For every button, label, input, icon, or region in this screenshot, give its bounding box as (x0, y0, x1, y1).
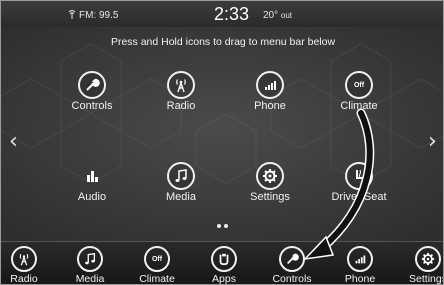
menu-bar: Radio Media Off Climate Apps Controls Ph… (1, 241, 444, 285)
gear-icon (256, 162, 284, 190)
tile-phone[interactable]: Phone (231, 71, 309, 141)
page-indicator[interactable] (217, 215, 231, 228)
menu-apps[interactable]: Apps (194, 246, 254, 285)
tile-controls[interactable]: Controls (53, 71, 131, 141)
page-dot (217, 224, 221, 228)
phone-signal-icon (256, 71, 284, 99)
music-note-icon (77, 246, 103, 272)
phone-signal-icon (347, 246, 373, 272)
climate-off-icon: Off (345, 71, 373, 99)
menu-label: Radio (10, 273, 38, 285)
climate-off-icon: Off (144, 246, 170, 272)
menu-climate[interactable]: Off Climate (127, 246, 187, 285)
wrench-icon (78, 71, 106, 99)
radio-status[interactable]: FM: 99.5 (67, 9, 118, 21)
equalizer-icon (78, 162, 106, 190)
clock: 2:33 (214, 4, 250, 24)
next-page-arrow[interactable]: › (428, 129, 437, 154)
tile-label: Climate (340, 100, 378, 112)
tile-media[interactable]: Media (142, 162, 220, 232)
uconnect-screen: FM: 99.5 2:33 20° out Press and Hold ico… (0, 0, 444, 285)
radio-tower-icon (11, 246, 37, 272)
wrench-icon (279, 246, 305, 272)
climate-off-text: Off (353, 81, 365, 89)
tile-label: Driver Seat (331, 191, 387, 203)
tile-label: Phone (254, 100, 286, 112)
climate-off-text: Off (151, 255, 163, 263)
page-dot (224, 224, 228, 228)
menu-settings[interactable]: Settings (398, 246, 444, 285)
menu-label: Settings (409, 273, 444, 285)
tile-driver-seat[interactable]: Driver Seat (320, 162, 398, 232)
radio-tower-icon (167, 71, 195, 99)
menu-label: Media (75, 273, 105, 285)
menu-phone[interactable]: Phone (330, 246, 390, 285)
signal-icon (68, 10, 76, 19)
menu-radio[interactable]: Radio (1, 246, 54, 285)
temperature-value: 20° (263, 10, 279, 21)
heated-seat-icon (345, 162, 373, 190)
temperature-suffix: out (280, 11, 293, 20)
tile-label: Controls (71, 100, 113, 112)
tile-radio[interactable]: Radio (142, 71, 220, 141)
tile-label: Media (166, 191, 196, 203)
outside-temperature: 20° out (263, 10, 292, 21)
music-note-icon (167, 162, 195, 190)
menu-controls[interactable]: Controls (262, 246, 322, 285)
tile-settings[interactable]: Settings (231, 162, 309, 232)
menu-label: Climate (139, 273, 175, 285)
menu-label: Apps (212, 273, 236, 285)
gear-icon (415, 246, 441, 272)
tile-climate[interactable]: Off Climate (320, 71, 398, 141)
instruction-text: Press and Hold icons to drag to menu bar… (110, 36, 336, 48)
radio-station: FM: 99.5 (79, 10, 119, 21)
tile-label: Settings (250, 191, 290, 203)
menu-label: Controls (272, 273, 312, 285)
previous-page-arrow[interactable]: ‹ (9, 129, 18, 154)
tile-label: Radio (166, 100, 196, 112)
tile-audio[interactable]: Audio (53, 162, 131, 232)
apps-icon (211, 246, 237, 272)
tile-label: Audio (77, 191, 107, 203)
menu-media[interactable]: Media (60, 246, 120, 285)
status-bar: FM: 99.5 2:33 20° out (1, 1, 443, 27)
menu-label: Phone (344, 273, 376, 285)
